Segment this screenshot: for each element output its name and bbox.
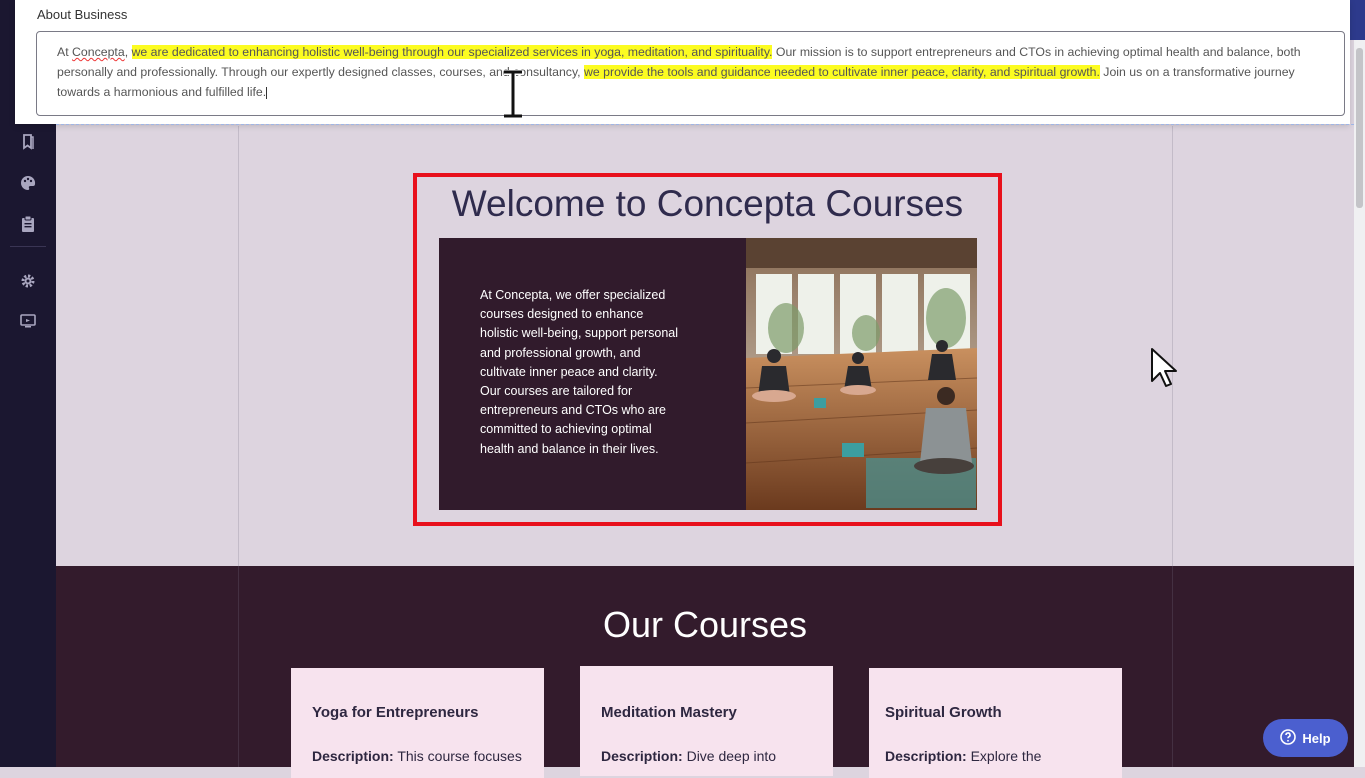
course-description: Description: Dive deep into bbox=[601, 748, 776, 764]
hero-body: At Concepta, we offer specialized course… bbox=[480, 288, 679, 456]
text-cursor-icon bbox=[501, 69, 525, 123]
bookmark-icon[interactable] bbox=[18, 132, 38, 152]
text-segment: , bbox=[124, 45, 132, 59]
description-label: Description: bbox=[601, 748, 683, 764]
course-card[interactable]: Spiritual Growth Description: Explore th… bbox=[869, 668, 1122, 778]
about-business-popup: About Business At Concepta, we are dedic… bbox=[15, 0, 1350, 124]
courses-title: Our Courses bbox=[602, 604, 808, 645]
section-boundary bbox=[56, 124, 1354, 125]
text-caret bbox=[266, 86, 268, 99]
course-title: Yoga for Entrepreneurs bbox=[312, 704, 479, 721]
course-description-text: Explore the bbox=[970, 748, 1042, 764]
about-business-textarea[interactable]: At Concepta, we are dedicated to enhanci… bbox=[36, 31, 1345, 116]
scrollbar-thumb[interactable] bbox=[1356, 48, 1363, 208]
gear-icon[interactable] bbox=[18, 271, 38, 291]
text-segment: At bbox=[57, 45, 73, 59]
course-card[interactable]: Meditation Mastery Description: Dive dee… bbox=[580, 666, 833, 776]
mouse-pointer-icon bbox=[1150, 347, 1178, 394]
help-label: Help bbox=[1302, 730, 1331, 746]
question-icon bbox=[1280, 728, 1297, 748]
sidebar-divider bbox=[10, 246, 46, 247]
course-description-text: This course focuses bbox=[397, 748, 522, 764]
palette-icon[interactable] bbox=[18, 173, 38, 193]
clipboard-icon[interactable] bbox=[18, 214, 38, 234]
column-guide bbox=[1172, 126, 1173, 767]
highlighted-text: we provide the tools and guidance needed… bbox=[584, 65, 1100, 79]
highlighted-text: we are dedicated to enhancing holistic w… bbox=[131, 45, 773, 59]
column-guide bbox=[238, 126, 239, 767]
header-strip bbox=[1350, 0, 1365, 40]
monitor-icon[interactable] bbox=[18, 311, 38, 331]
description-label: Description: bbox=[312, 748, 394, 764]
course-title: Meditation Mastery bbox=[601, 704, 737, 721]
description-label: Description: bbox=[885, 748, 967, 764]
course-card[interactable]: Yoga for Entrepreneurs Description: This… bbox=[291, 668, 544, 778]
course-description-text: Dive deep into bbox=[686, 748, 777, 764]
help-button[interactable]: Help bbox=[1263, 719, 1348, 757]
course-description: Description: This course focuses bbox=[312, 748, 522, 764]
course-description: Description: Explore the bbox=[885, 748, 1041, 764]
popup-title: About Business bbox=[37, 7, 128, 22]
course-title: Spiritual Growth bbox=[885, 704, 1002, 721]
misspelled-word: Concepta bbox=[72, 45, 125, 59]
hero-title: Welcome to Concepta Courses bbox=[451, 183, 964, 224]
yoga-class-photo bbox=[746, 238, 977, 510]
